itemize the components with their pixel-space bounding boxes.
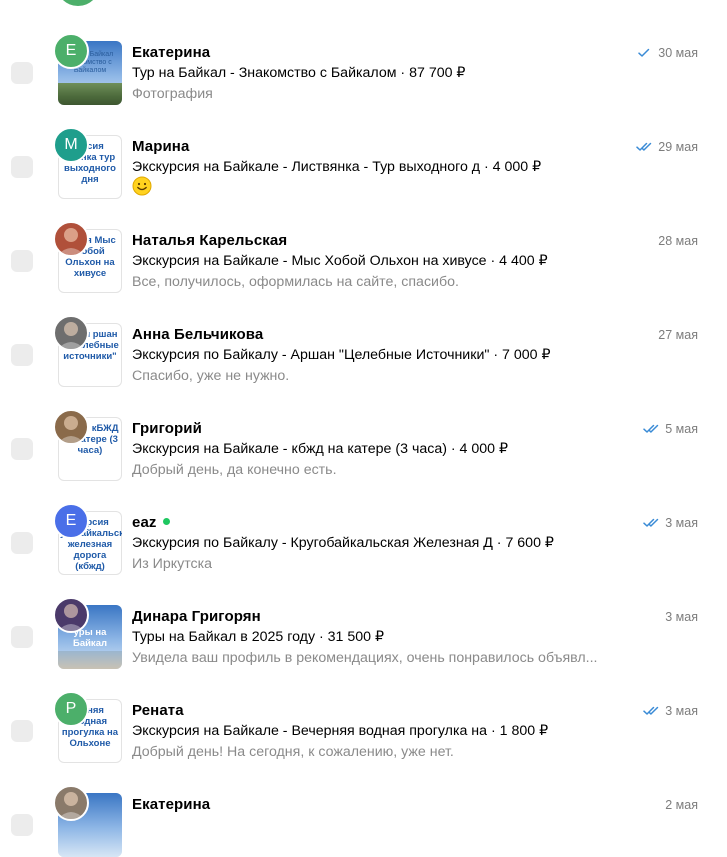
double-check-icon bbox=[636, 142, 652, 151]
avatar-initial: Е bbox=[65, 42, 77, 59]
listing-title: Экскурсия по Байкалу - Кругобайкальская … bbox=[132, 535, 554, 551]
sender-name: Григорий bbox=[132, 420, 202, 437]
select-checkbox[interactable] bbox=[11, 626, 33, 648]
message-date: 3 мая bbox=[643, 516, 698, 530]
message-preview: Фотография bbox=[132, 86, 213, 102]
message-date: 29 мая bbox=[636, 140, 698, 154]
chat-item[interactable]: Тур на Байкал Знакомство с Байкалом Е Екат… bbox=[0, 8, 727, 105]
sender-name: Марина bbox=[132, 138, 190, 155]
avatar[interactable]: Е bbox=[53, 503, 89, 539]
message-preview: Добрый день! На сегодня, к сожалению, уж… bbox=[132, 744, 454, 760]
avatar[interactable]: Р bbox=[53, 691, 89, 727]
avatar[interactable] bbox=[53, 315, 89, 351]
avatar[interactable] bbox=[53, 597, 89, 633]
avatar-photo bbox=[58, 604, 84, 631]
message-preview: Все, получилось, оформилась на сайте, сп… bbox=[132, 274, 459, 290]
select-checkbox[interactable] bbox=[11, 156, 33, 178]
message-date: 30 мая bbox=[636, 46, 698, 60]
avatar[interactable] bbox=[53, 409, 89, 445]
message-preview: Увидела ваш профиль в рекомендациях, оче… bbox=[132, 650, 598, 666]
sender-name: Екатерина bbox=[132, 796, 211, 813]
avatar-initial: Е bbox=[65, 512, 77, 529]
message-date: 5 мая bbox=[643, 422, 698, 436]
avatar[interactable] bbox=[53, 785, 89, 821]
sender-name: eaz bbox=[132, 514, 170, 531]
select-checkbox[interactable] bbox=[11, 814, 33, 836]
message-preview: Добрый день, да конечно есть. bbox=[132, 462, 337, 478]
double-check-icon bbox=[643, 706, 659, 715]
listing-title: Экскурсия по Байкалу - Аршан "Целебные И… bbox=[132, 347, 551, 363]
avatar[interactable]: М bbox=[53, 127, 89, 163]
listing-title: Экскурсия на Байкале - Мыс Хобой Ольхон … bbox=[132, 253, 548, 269]
chat-item[interactable]: скурсия угобайкальская железная дорога (… bbox=[0, 478, 727, 575]
select-checkbox[interactable] bbox=[11, 438, 33, 460]
online-status-icon bbox=[162, 518, 170, 525]
avatar-photo bbox=[58, 228, 84, 255]
message-date: 3 мая bbox=[643, 704, 698, 718]
avatar-photo bbox=[58, 792, 84, 819]
avatar-photo bbox=[58, 416, 84, 443]
message-preview: Спасибо, уже не нужно. bbox=[132, 368, 290, 384]
select-checkbox[interactable] bbox=[11, 62, 33, 84]
message-date: 27 мая bbox=[658, 328, 698, 342]
chat-item[interactable]: урсия кБЖД на катере (3 часа) Григорий Экс… bbox=[0, 384, 727, 481]
sender-name: Наталья Карельская bbox=[132, 232, 288, 249]
select-checkbox[interactable] bbox=[11, 720, 33, 742]
listing-title: Тур на Байкал - Знакомство с Байкалом · … bbox=[132, 65, 466, 81]
select-checkbox[interactable] bbox=[11, 532, 33, 554]
chat-item[interactable]: ерняя водная прогулка на Ольхоне Р Рената Э… bbox=[0, 666, 727, 763]
sender-name: Анна Бельчикова bbox=[132, 326, 264, 343]
smiley-emoji-icon bbox=[132, 176, 152, 196]
avatar-initial: Р bbox=[65, 700, 77, 717]
sender-name: Рената bbox=[132, 702, 184, 719]
avatar[interactable]: Е bbox=[53, 33, 89, 69]
message-date: 28 мая bbox=[658, 234, 698, 248]
message-date: 3 мая bbox=[665, 610, 698, 624]
chat-item[interactable]: урсия Мыс Хобой Ольхон на хивусе Наталья … bbox=[0, 196, 727, 293]
listing-title: Экскурсия на Байкале - Вечерняя водная п… bbox=[132, 723, 549, 739]
listing-title: Экскурсия на Байкале - кбжд на катере (3… bbox=[132, 441, 509, 457]
chat-item[interactable]: урсия звянка тур выходного дня М Марина Экс… bbox=[0, 102, 727, 199]
avatar-photo bbox=[58, 322, 84, 349]
double-check-icon bbox=[643, 518, 659, 527]
avatar[interactable] bbox=[53, 221, 89, 257]
message-date: 2 мая bbox=[665, 798, 698, 812]
avatar[interactable] bbox=[56, 0, 100, 6]
listing-title: Туры на Байкал в 2025 году · 31 500 ₽ bbox=[132, 629, 385, 645]
select-checkbox[interactable] bbox=[11, 344, 33, 366]
double-check-icon bbox=[643, 424, 659, 433]
read-check-icon bbox=[638, 48, 650, 57]
listing-title: Экскурсия на Байкале - Листвянка - Тур в… bbox=[132, 159, 542, 175]
chat-item[interactable]: урсия ршан - "целебные источники" Анна Бе… bbox=[0, 290, 727, 387]
chat-item[interactable]: уры на Байкал Динара Григорян Туры на Байк… bbox=[0, 572, 727, 669]
avatar-initial: М bbox=[64, 136, 78, 153]
select-checkbox[interactable] bbox=[11, 250, 33, 272]
sender-name: Динара Григорян bbox=[132, 608, 261, 625]
chat-item[interactable]: Екатерина 2 мая bbox=[0, 760, 727, 857]
message-preview: Из Иркутска bbox=[132, 556, 213, 572]
sender-name: Екатерина bbox=[132, 44, 211, 61]
